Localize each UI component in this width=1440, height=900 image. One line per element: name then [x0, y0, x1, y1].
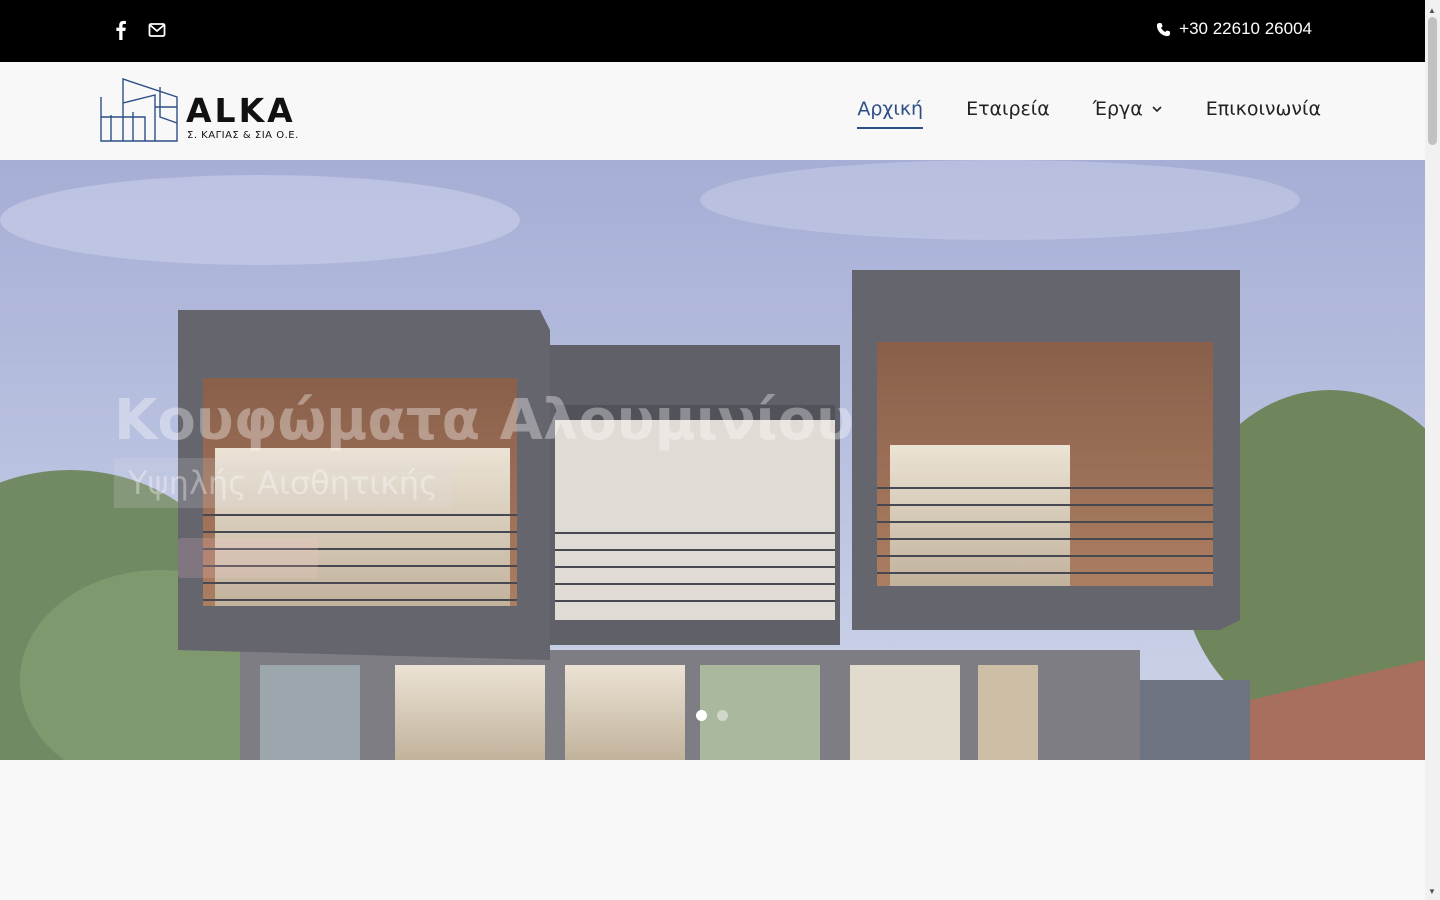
hero-cta-button[interactable]: [178, 538, 318, 578]
main-nav: Αρχική Εταιρεία Έργα Επικοινωνία: [857, 98, 1321, 129]
scroll-down-arrow-icon[interactable]: ▼: [1428, 887, 1436, 896]
nav-item-projects[interactable]: Έργα: [1093, 98, 1163, 120]
nav-item-company-label: Εταιρεία: [966, 98, 1050, 120]
nav-item-home-label: Αρχική: [857, 98, 924, 120]
facebook-icon[interactable]: [112, 20, 130, 40]
nav-item-contact[interactable]: Επικοινωνία: [1206, 98, 1321, 120]
phone-icon: [1156, 22, 1171, 37]
nav-item-projects-label: Έργα: [1092, 98, 1143, 120]
hero-subtitle: Υψηλής Αισθητικής: [114, 458, 452, 508]
nav-item-contact-label: Επικοινωνία: [1205, 98, 1321, 120]
top-bar: +30 22610 26004: [0, 0, 1425, 62]
scroll-up-arrow-icon[interactable]: ▲: [1428, 6, 1436, 15]
scrollbar-thumb[interactable]: [1428, 17, 1437, 145]
logo-subtitle: Σ. ΚΑΓΙΑΣ & ΣΙΑ Ο.Ε.: [187, 130, 299, 141]
logo[interactable]: ALKA Σ. ΚΑΓΙΑΣ & ΣΙΑ Ο.Ε.: [100, 77, 300, 143]
nav-item-home[interactable]: Αρχική: [857, 98, 924, 129]
social-links: [112, 20, 166, 40]
logo-mark: [100, 78, 178, 142]
phone-link[interactable]: +30 22610 26004: [1156, 19, 1312, 39]
logo-brand: ALKA: [186, 91, 296, 130]
hero-title: Κουφώματα Αλουμινίου: [114, 388, 854, 453]
slider-dot-2[interactable]: [717, 710, 728, 721]
nav-item-company[interactable]: Εταιρεία: [966, 98, 1050, 120]
slider-dots: [696, 710, 728, 721]
hero-slider: Κουφώματα Αλουμινίου Υψηλής Αισθητικής: [0, 160, 1425, 760]
chevron-down-icon: [1151, 98, 1163, 120]
mail-icon[interactable]: [148, 20, 166, 40]
site-header: ALKA Σ. ΚΑΓΙΑΣ & ΣΙΑ Ο.Ε. Αρχική Εταιρεί…: [0, 62, 1425, 160]
scrollbar[interactable]: ▲ ▼: [1425, 0, 1440, 900]
page: +30 22610 26004 ALKA Σ. ΚΑΓΙΑΣ & ΣΙΑ Ο.Ε…: [0, 0, 1425, 900]
phone-number: +30 22610 26004: [1179, 19, 1312, 38]
slider-dot-1[interactable]: [696, 710, 707, 721]
